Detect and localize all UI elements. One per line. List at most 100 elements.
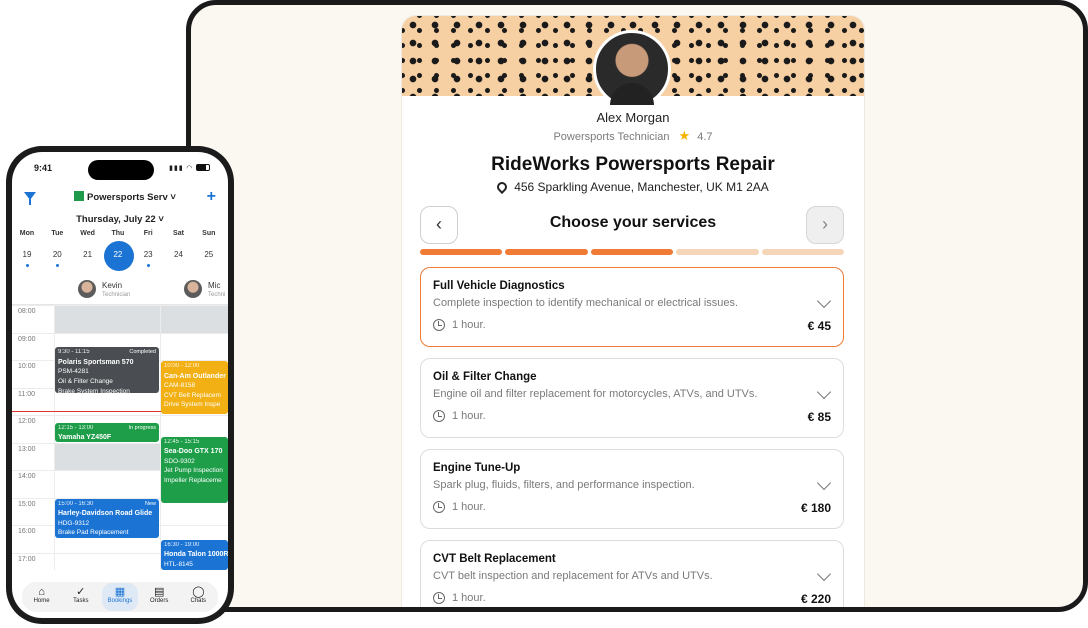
weekday-label: Sun xyxy=(202,230,216,237)
day-number[interactable]: 21 xyxy=(73,250,103,259)
clock-icon xyxy=(433,410,445,422)
business-name: Powersports Serv xyxy=(87,192,168,203)
tab-label: Tasks xyxy=(73,598,89,604)
service-description: Spark plug, fluids, filters, and perform… xyxy=(433,479,695,491)
service-description: CVT belt inspection and replacement for … xyxy=(433,570,713,582)
service-duration: 1 hour. xyxy=(452,592,486,604)
weekday-label: Sat xyxy=(173,230,184,237)
booking-status: Completed xyxy=(129,349,156,356)
booking-plate: PSM-4281 xyxy=(58,368,89,376)
service-card[interactable]: Engine Tune-Up Spark plug, fluids, filter… xyxy=(420,449,844,529)
dynamic-island xyxy=(88,160,154,180)
progress-segment xyxy=(505,249,588,255)
staff-name: Kevin xyxy=(102,281,123,290)
hour-label: 08:00 xyxy=(18,308,36,315)
wifi-icon: ◠ xyxy=(186,165,194,172)
booking-card[interactable]: 9:30 - 11:15 Completed Polaris Sportsman 5… xyxy=(55,347,159,394)
home-icon: ⌂ xyxy=(38,586,45,598)
booking-time: 15:00 - 16:30 xyxy=(58,500,94,507)
booking-service: CVT Belt Replacem xyxy=(164,391,221,399)
service-description: Engine oil and filter replacement for mo… xyxy=(433,388,758,400)
next-step-button[interactable]: › xyxy=(806,206,844,244)
booking-card[interactable]: 16:30 - 19:00Honda Talon 1000RHTL-8145Su… xyxy=(161,539,228,570)
tab-tasks[interactable]: ✓ Tasks xyxy=(63,583,99,611)
booking-card[interactable]: 12:15 - 13:00In progressYamaha YZ450FYZF… xyxy=(55,422,159,442)
hour-label: 13:00 xyxy=(18,445,36,453)
hour-label: 17:00 xyxy=(18,555,36,563)
day-number[interactable]: 19 xyxy=(12,250,42,259)
service-price: € 180 xyxy=(800,501,831,515)
technician-role: Powersports Technician xyxy=(553,131,670,143)
staff-name: Mic xyxy=(208,281,221,290)
service-duration: 1 hour. xyxy=(452,501,486,513)
clock-icon xyxy=(433,319,445,331)
booking-vehicle: Yamaha YZ450F xyxy=(58,433,156,441)
staff-avatar xyxy=(184,280,202,298)
shop-name: RideWorks Powersports Repair xyxy=(491,154,775,175)
service-title: Full Vehicle Diagnostics xyxy=(433,280,565,292)
chevron-down-icon[interactable] xyxy=(816,475,832,491)
service-card[interactable]: Oil & Filter Change Engine oil and filter… xyxy=(420,358,844,438)
booking-extra-service: Brake System Inspection xyxy=(58,387,130,394)
service-title: Engine Tune-Up xyxy=(433,462,521,474)
tab-label: Orders xyxy=(149,598,169,604)
booking-card[interactable]: 12:45 - 15:15 Sea-Doo GTX 170 SDO-9302 Jet … xyxy=(161,436,228,504)
progress-segment xyxy=(676,249,759,255)
booking-vehicle-name: Polaris Sportsman 570 xyxy=(58,358,134,366)
booking-plate: CAM-8158 xyxy=(164,382,196,390)
business-selector[interactable]: Powersports Serv ˅ xyxy=(74,191,176,203)
day-number[interactable]: 22 xyxy=(103,250,133,259)
day-number[interactable]: 23 xyxy=(133,250,163,259)
tab-home[interactable]: ⌂ Home xyxy=(24,583,60,611)
hour-line xyxy=(12,332,228,334)
chat-icon: ◯ xyxy=(192,586,205,598)
booking-vehicle-name: Can-Am Outlander xyxy=(164,372,226,380)
chevron-down-icon: ˅ xyxy=(167,192,176,203)
day-number[interactable]: 24 xyxy=(164,250,194,259)
tab-label: Home xyxy=(33,598,50,604)
booking-status: New xyxy=(144,500,156,507)
step-progress xyxy=(420,249,845,255)
service-card[interactable]: CVT Belt Replacement CVT belt inspection … xyxy=(420,540,844,607)
date-picker[interactable]: Thursday, July 22 ˅ xyxy=(12,214,228,225)
staff-role: Technician xyxy=(102,292,131,298)
star-icon: ★ xyxy=(678,128,691,143)
chevron-down-icon: ˅ xyxy=(155,214,164,225)
hour-label: 14:00 xyxy=(18,473,36,480)
technician-rating: 4.7 xyxy=(697,131,713,143)
signal-icon: ▮▮▮ xyxy=(169,165,184,172)
booking-extra-service: Impeller Replaceme xyxy=(164,477,222,484)
filter-icon[interactable] xyxy=(24,192,36,205)
service-duration: 1 hour. xyxy=(452,319,486,331)
orders-icon: ▤ xyxy=(153,586,165,598)
booking-vehicle-name: Sea-Doo GTX 170 xyxy=(164,448,223,456)
service-price: € 85 xyxy=(807,410,831,424)
has-bookings-dot xyxy=(146,264,150,267)
tab-orders[interactable]: ▤ Orders xyxy=(141,583,177,611)
service-title: CVT Belt Replacement xyxy=(433,553,556,565)
booking-plate: SDO-9302 xyxy=(164,457,195,465)
tab-bookings[interactable]: ▦ Bookings xyxy=(101,583,138,611)
chevron-down-icon[interactable] xyxy=(816,566,832,582)
booking-card[interactable]: 10:00 - 12:00 Can-Am Outlander CAM-8158 CVT… xyxy=(161,361,228,414)
service-card[interactable]: Full Vehicle Diagnostics Complete inspect… xyxy=(420,267,844,347)
booking-vehicle-name: Harley-Davidson Road Glide xyxy=(58,510,153,518)
tab-chats[interactable]: ◯ Chats xyxy=(180,583,216,611)
technician-avatar xyxy=(593,30,671,108)
unavailable-block xyxy=(161,305,228,333)
progress-segment xyxy=(761,249,845,255)
day-number[interactable]: 20 xyxy=(42,250,72,259)
chevron-down-icon[interactable] xyxy=(816,384,832,400)
battery-icon xyxy=(196,164,210,171)
hour-line xyxy=(12,415,228,416)
has-bookings-dot xyxy=(55,264,59,267)
chevron-down-icon[interactable] xyxy=(816,293,832,309)
hour-line xyxy=(12,305,228,306)
add-booking-button[interactable]: + xyxy=(207,188,216,206)
booking-card[interactable]: 15:00 - 16:30 New Harley-Davidson Road Gli… xyxy=(55,498,159,538)
booking-time: 16:30 - 19:00 xyxy=(164,541,200,548)
day-number[interactable]: 25 xyxy=(194,250,224,259)
booking-time: 12:45 - 15:15 xyxy=(164,438,200,445)
booking-service: Jet Pump Inspection xyxy=(164,467,223,475)
phone-screen: 9:41 ▮▮▮ ◠ Powersports Serv ˅ + Thursday… xyxy=(12,152,228,618)
